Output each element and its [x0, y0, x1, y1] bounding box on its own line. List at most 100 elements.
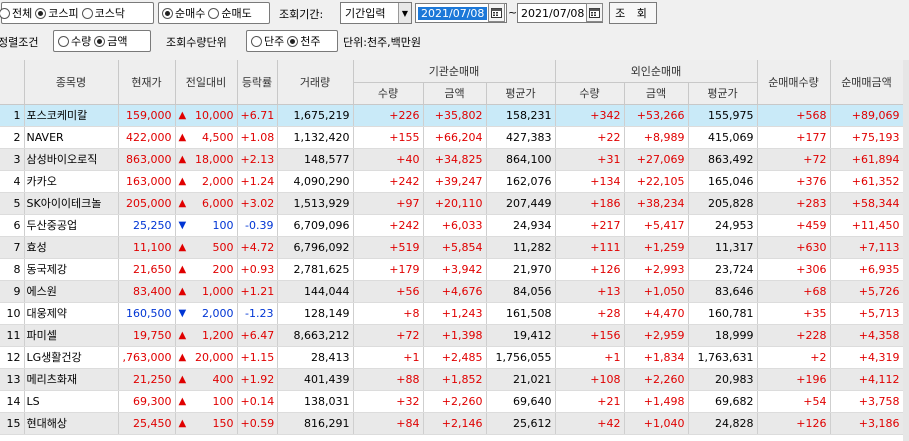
table-row[interactable]: 10 대웅제약 160,500 ▼ 2,000 -1.23 128,149 +8 +1,243 1… — [0, 302, 904, 325]
unit-thousand-radio[interactable]: 천주 — [287, 33, 321, 49]
index-header — [0, 60, 25, 105]
inst-amount: +35,802 — [423, 104, 487, 127]
inst-amount: +1,398 — [423, 324, 487, 347]
net-qty-header[interactable]: 순매매수량 — [757, 60, 831, 105]
table-row[interactable]: 3 삼성바이오로직 863,000 ▲ 18,000 +2.13 148,577 +40 +34… — [0, 148, 904, 171]
net-qty: +228 — [757, 324, 831, 347]
period-select[interactable]: 기간입력 ▼ — [340, 2, 412, 24]
query-button[interactable]: 조 회 — [609, 2, 657, 24]
frgn-avg: 160,781 — [688, 302, 758, 325]
price-header[interactable]: 현재가 — [118, 60, 176, 105]
frgn-amount: +1,498 — [624, 390, 689, 413]
volume: 816,291 — [277, 412, 354, 435]
stock-name[interactable]: NAVER — [24, 126, 119, 149]
current-price: 21,650 — [118, 258, 176, 281]
table-row[interactable]: 13 메리츠화재 21,250 ▲ 400 +1.92 401,439 +88 +1,852 21… — [0, 368, 904, 391]
stock-name[interactable]: 현대해상 — [24, 412, 119, 435]
frgn-amount: +8,989 — [624, 126, 689, 149]
radio-icon — [58, 35, 69, 47]
net-buy-radio[interactable]: 순매수 — [162, 5, 205, 21]
table-row[interactable]: 6 두산중공업 25,250 ▼ 100 -0.39 6,709,096 +242 +6,033… — [0, 214, 904, 237]
frgn-qty: +342 — [555, 104, 625, 127]
frgn-avg-header[interactable]: 평균가 — [688, 82, 758, 105]
table-row[interactable]: 5 SK아이이테크놀 205,000 ▲ 6,000 +3.02 1,513,929 +97 +… — [0, 192, 904, 215]
inst-amount-header[interactable]: 금액 — [423, 82, 487, 105]
net-amount: +7,113 — [830, 236, 904, 259]
date-to-value: 2021/07/08 — [521, 6, 585, 20]
current-price: 163,000 — [118, 170, 176, 193]
chevron-down-icon[interactable]: ▼ — [398, 3, 411, 23]
net-qty: +2 — [757, 346, 831, 369]
frgn-qty: +42 — [555, 412, 625, 435]
stock-name[interactable]: 파미셀 — [24, 324, 119, 347]
sort-qty-radio[interactable]: 수량 — [58, 33, 91, 49]
row-index: 9 — [0, 280, 25, 303]
stock-name[interactable]: 메리츠화재 — [24, 368, 119, 391]
net-qty: +35 — [757, 302, 831, 325]
frgn-avg: 415,069 — [688, 126, 758, 149]
frgn-amount: +2,959 — [624, 324, 689, 347]
inst-qty-header[interactable]: 수량 — [353, 82, 424, 105]
unit-single-radio[interactable]: 단주 — [251, 33, 284, 49]
market-all-radio[interactable]: 전체 — [0, 5, 32, 21]
sort-amount-radio[interactable]: 금액 — [94, 33, 128, 49]
stock-name[interactable]: LS — [24, 390, 119, 413]
net-sell-radio[interactable]: 순매도 — [208, 5, 252, 21]
vertical-scrollbar[interactable] — [903, 60, 909, 441]
stock-name[interactable]: 대웅제약 — [24, 302, 119, 325]
table-row[interactable]: 4 카카오 163,000 ▲ 2,000 +1.24 4,090,290 +242 +39,2… — [0, 170, 904, 193]
net-trading-grid[interactable]: 종목명 현재가 전일대비 등락률 거래량 기관순매매 외인순매매 순매매수량 순… — [0, 60, 909, 441]
market-kospi-radio[interactable]: 코스피 — [35, 5, 79, 21]
stock-name[interactable]: 동국제강 — [24, 258, 119, 281]
frgn-amount: +1,259 — [624, 236, 689, 259]
rate-header[interactable]: 등락률 — [237, 60, 278, 105]
frgn-amount: +4,470 — [624, 302, 689, 325]
volume: 144,044 — [277, 280, 354, 303]
calendar-icon[interactable] — [488, 3, 505, 22]
frgn-avg: 165,046 — [688, 170, 758, 193]
row-index: 1 — [0, 104, 25, 127]
stock-name[interactable]: 효성 — [24, 236, 119, 259]
table-row[interactable]: 9 에스원 83,400 ▲ 1,000 +1.21 144,044 +56 +4,676 84,… — [0, 280, 904, 303]
inst-avg: 84,056 — [486, 280, 556, 303]
stock-name[interactable]: LG생활건강 — [24, 346, 119, 369]
price-change: 150 — [212, 416, 234, 430]
change-header[interactable]: 전일대비 — [175, 60, 238, 105]
net-qty: +68 — [757, 280, 831, 303]
table-row[interactable]: 1 포스코케미칼 159,000 ▲ 10,000 +6.71 1,675,219 +226 +… — [0, 104, 904, 127]
stock-name[interactable]: 카카오 — [24, 170, 119, 193]
stock-name[interactable]: 삼성바이오로직 — [24, 148, 119, 171]
table-row[interactable]: 14 LS 69,300 ▲ 100 +0.14 138,031 +32 +2,260 69,64… — [0, 390, 904, 413]
triangle-up-icon: ▲ — [178, 329, 187, 341]
current-price: 205,000 — [118, 192, 176, 215]
table-row[interactable]: 7 효성 11,100 ▲ 500 +4.72 6,796,092 +519 +5,854 11,… — [0, 236, 904, 259]
table-row[interactable]: 2 NAVER 422,000 ▲ 4,500 +1.08 1,132,420 +155 +66… — [0, 126, 904, 149]
change-rate: +0.14 — [237, 390, 278, 413]
table-row[interactable]: 12 LG생활건강 ,763,000 ▲ 20,000 +1.15 28,413 +1 +2,4… — [0, 346, 904, 369]
market-kosdaq-radio[interactable]: 코스닥 — [81, 5, 125, 21]
frgn-qty-header[interactable]: 수량 — [555, 82, 625, 105]
net-qty: +459 — [757, 214, 831, 237]
price-change: 2,000 — [202, 306, 234, 320]
stock-name[interactable]: 포스코케미칼 — [24, 104, 119, 127]
name-header[interactable]: 종목명 — [24, 60, 119, 105]
radio-icon — [162, 7, 173, 19]
inst-qty: +88 — [353, 368, 424, 391]
table-row[interactable]: 11 파미셀 19,750 ▲ 1,200 +6.47 8,663,212 +72 +1,398… — [0, 324, 904, 347]
net-amount: +11,450 — [830, 214, 904, 237]
frgn-amount-header[interactable]: 금액 — [624, 82, 689, 105]
inst-avg-header[interactable]: 평균가 — [486, 82, 556, 105]
inst-qty: +1 — [353, 346, 424, 369]
stock-name[interactable]: SK아이이테크놀 — [24, 192, 119, 215]
inst-avg: 1,756,055 — [486, 346, 556, 369]
volume-header[interactable]: 거래량 — [277, 60, 354, 105]
price-change: 1,000 — [202, 284, 234, 298]
stock-name[interactable]: 두산중공업 — [24, 214, 119, 237]
inst-avg: 19,412 — [486, 324, 556, 347]
frgn-avg: 24,953 — [688, 214, 758, 237]
stock-name[interactable]: 에스원 — [24, 280, 119, 303]
calendar-icon[interactable] — [586, 3, 603, 22]
table-row[interactable]: 15 현대해상 25,450 ▲ 150 +0.59 816,291 +84 +2,146 25,… — [0, 412, 904, 435]
net-amount-header[interactable]: 순매매금액 — [830, 60, 904, 105]
table-row[interactable]: 8 동국제강 21,650 ▲ 200 +0.93 2,781,625 +179 +3,942 2… — [0, 258, 904, 281]
